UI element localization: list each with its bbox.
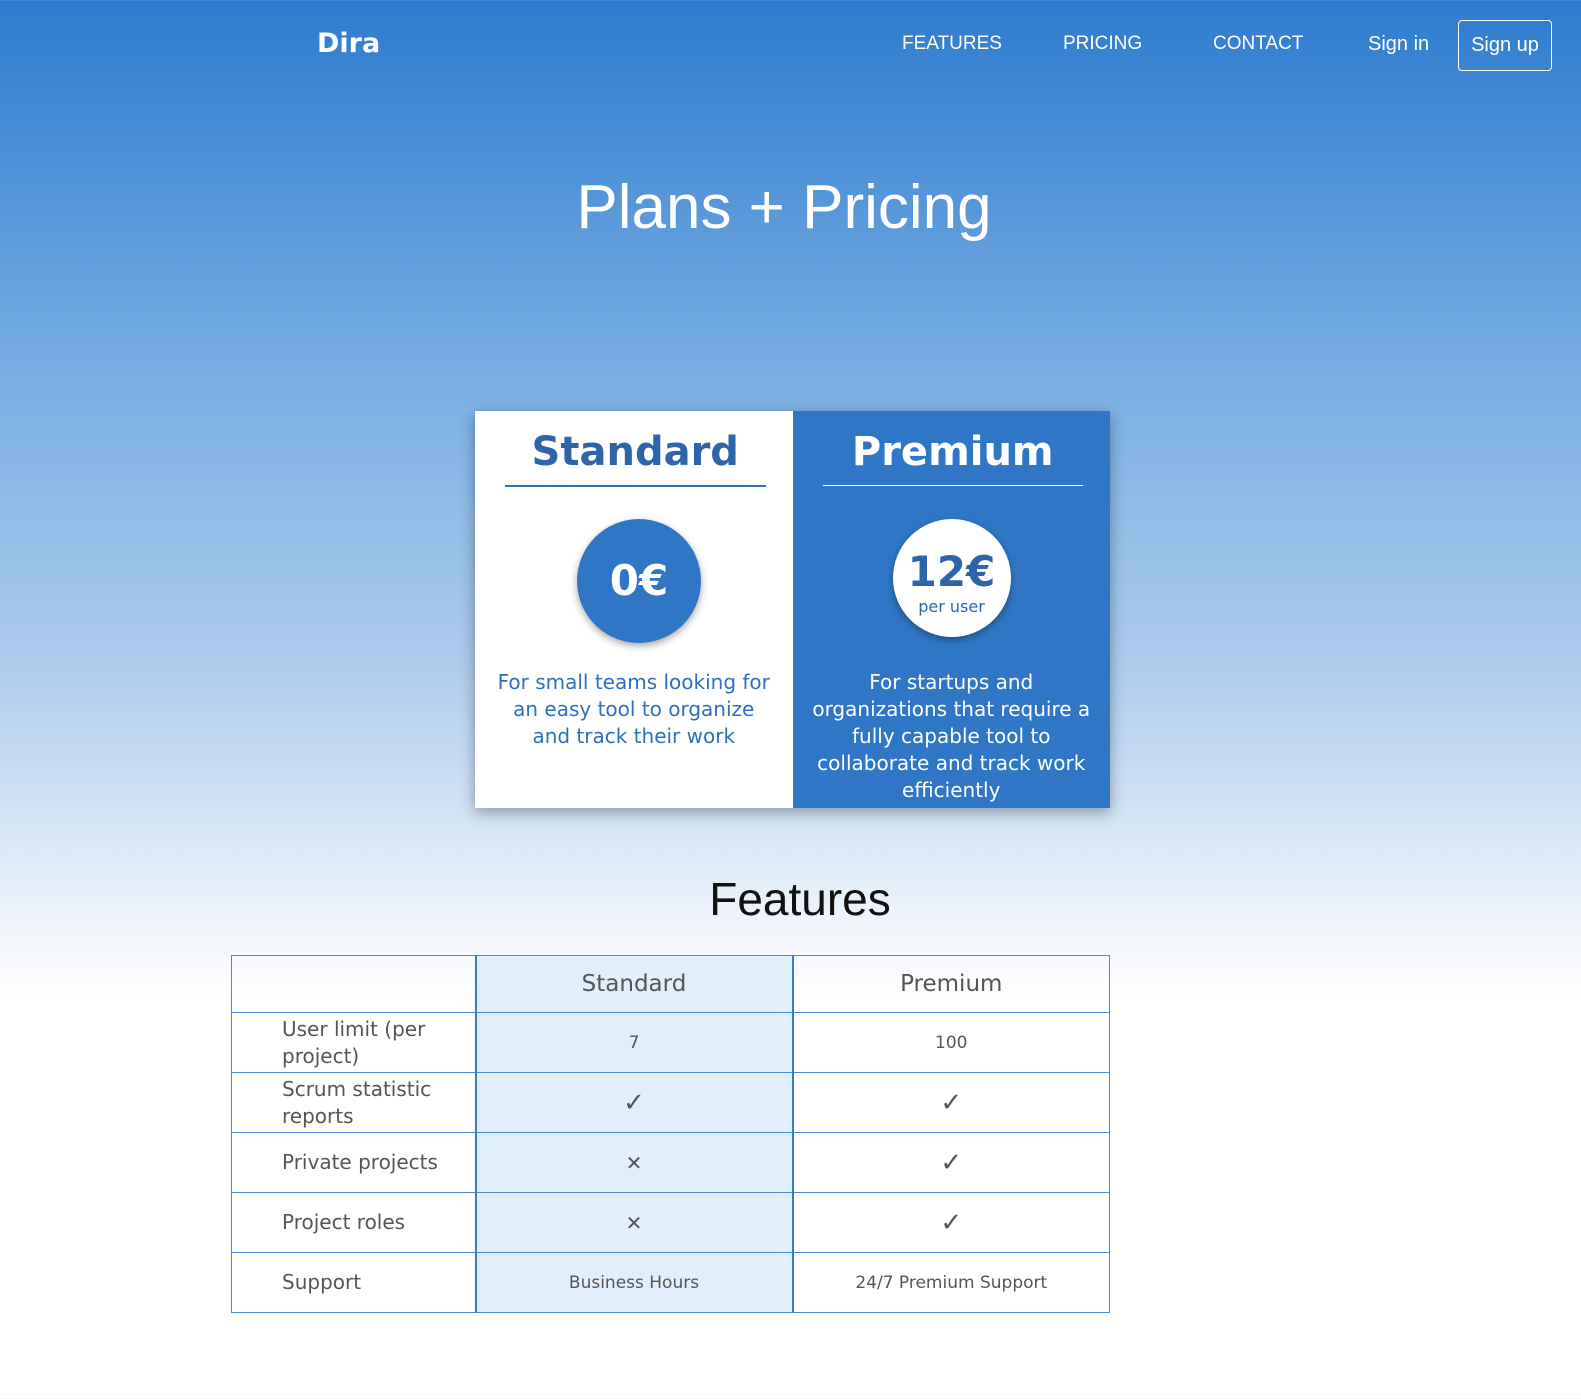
feature-name: User limit (per project) (231, 1012, 476, 1073)
price-badge: 0€ (577, 519, 701, 643)
table-row: Project roles ✕ ✓ (231, 1192, 1110, 1253)
check-icon: ✓ (940, 1207, 963, 1238)
plan-description: For startups and organizations that requ… (812, 670, 1091, 802)
table-header-standard: Standard (474, 955, 794, 1013)
nav-link-features[interactable]: FEATURES (902, 33, 1002, 55)
navbar: Dira FEATURES PRICING CONTACT Sign in Si… (0, 0, 1581, 88)
feature-name: Support (231, 1252, 476, 1313)
feature-name: Project roles (231, 1192, 476, 1253)
nav-link-contact[interactable]: CONTACT (1213, 33, 1303, 55)
features-title: Features (709, 873, 891, 925)
plan-description: For small teams looking for an easy tool… (497, 670, 770, 748)
premium-value: ✓ (792, 1192, 1110, 1253)
plan-price: 0€ (609, 556, 669, 605)
table-header-empty (231, 955, 476, 1013)
plan-name: Standard (505, 429, 766, 487)
plan-price: 12€ (907, 546, 996, 596)
table-row: User limit (per project) 7 100 (231, 1012, 1110, 1073)
check-icon: ✓ (940, 1147, 963, 1178)
plan-card-standard[interactable]: Standard 0€ For small teams looking for … (475, 411, 793, 808)
price-badge: 12€ per user (892, 519, 1011, 637)
plan-name: Premium (822, 429, 1083, 486)
standard-value: ✓ (474, 1072, 794, 1133)
feature-name: Private projects (231, 1132, 476, 1193)
premium-value: ✓ (792, 1132, 1110, 1193)
check-icon: ✓ (623, 1087, 645, 1118)
table-header-premium: Premium (792, 955, 1110, 1013)
plan-price-unit: per user (918, 596, 985, 616)
standard-value: Business Hours (474, 1252, 794, 1313)
page-title: Plans + Pricing (576, 173, 992, 242)
cross-icon: ✕ (625, 1210, 643, 1235)
table-header-row: Standard Premium (231, 955, 1110, 1013)
check-icon: ✓ (940, 1087, 963, 1118)
premium-value: 100 (792, 1012, 1110, 1073)
sign-in-link[interactable]: Sign in (1368, 33, 1429, 56)
standard-value: ✕ (474, 1132, 794, 1193)
standard-value: ✕ (474, 1192, 794, 1253)
brand-logo[interactable]: Dira (317, 28, 380, 59)
nav-link-pricing[interactable]: PRICING (1063, 33, 1142, 55)
features-table: Standard Premium User limit (per project… (231, 955, 1110, 1313)
plan-card-premium[interactable]: Premium 12€ per user For startups and or… (792, 411, 1110, 808)
table-row: Private projects ✕ ✓ (231, 1132, 1110, 1193)
feature-name: Scrum statistic reports (231, 1072, 476, 1133)
cross-icon: ✕ (625, 1150, 643, 1175)
sign-up-button[interactable]: Sign up (1458, 20, 1552, 71)
table-row: Support Business Hours 24/7 Premium Supp… (231, 1252, 1110, 1313)
standard-value: 7 (474, 1012, 794, 1073)
premium-value: ✓ (792, 1072, 1110, 1133)
pricing-cards: Standard 0€ For small teams looking for … (475, 411, 1110, 808)
premium-value: 24/7 Premium Support (792, 1252, 1110, 1313)
table-row: Scrum statistic reports ✓ ✓ (231, 1072, 1110, 1133)
